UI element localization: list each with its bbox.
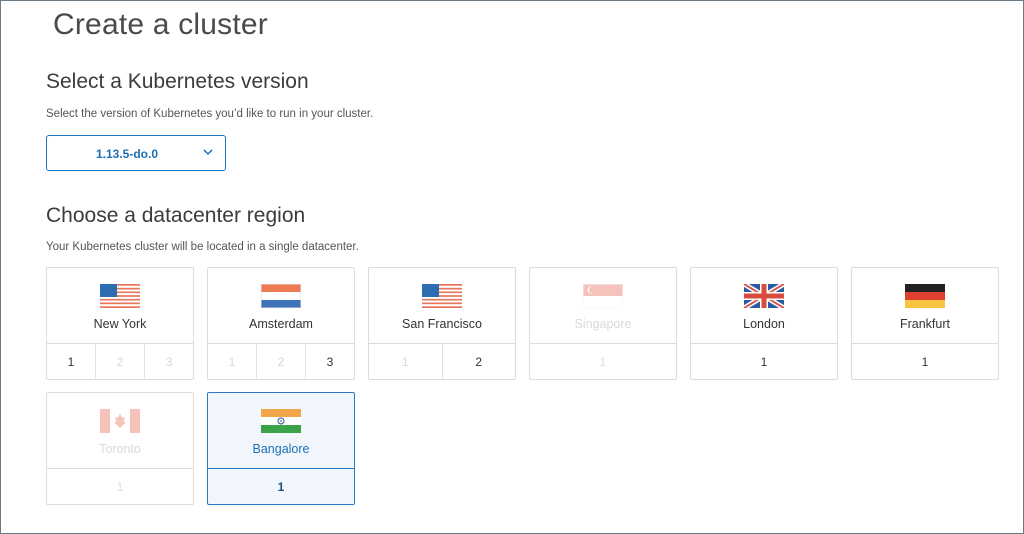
datacenter-option[interactable]: 3 <box>305 344 354 379</box>
canada-flag-icon <box>100 409 140 433</box>
page-title: Create a cluster <box>53 8 268 41</box>
datacenter-option[interactable]: 1 <box>208 469 354 504</box>
region-name: Toronto <box>99 442 141 456</box>
region-card-singapore: Singapore 1 <box>529 267 677 380</box>
datacenter-option: 2 <box>256 344 305 379</box>
region-name: Singapore <box>574 317 632 331</box>
datacenter-option: 1 <box>401 354 409 369</box>
germany-flag-icon <box>905 284 945 308</box>
datacenter-option[interactable]: 1 <box>852 344 998 379</box>
region-card-bangalore[interactable]: Bangalore 1 <box>207 392 355 505</box>
region-card-new-york[interactable]: New York 1 2 3 <box>46 267 194 380</box>
kubernetes-version-select[interactable]: 1.13.5-do.0 <box>46 135 226 171</box>
region-card-toronto: Toronto 1 <box>46 392 194 505</box>
datacenter-options: 1 <box>208 468 354 504</box>
india-flag-icon <box>261 409 301 433</box>
netherlands-flag-icon <box>261 284 301 308</box>
version-heading: Select a Kubernetes version <box>46 70 309 93</box>
datacenter-options: 1 <box>691 343 837 379</box>
datacenter-options: 1 <box>852 343 998 379</box>
chevron-down-icon <box>203 149 213 156</box>
region-description: Your Kubernetes cluster will be located … <box>46 241 359 253</box>
datacenter-option[interactable]: 1 <box>47 344 95 379</box>
region-card-frankfurt[interactable]: Frankfurt 1 <box>851 267 999 380</box>
region-name: London <box>743 317 785 331</box>
datacenter-option: 1 <box>228 354 236 369</box>
region-heading: Choose a datacenter region <box>46 204 306 227</box>
region-card-london[interactable]: London 1 <box>690 267 838 380</box>
datacenter-option: 2 <box>95 344 144 379</box>
region-name: San Francisco <box>402 317 482 331</box>
datacenter-options: 1 <box>530 343 676 379</box>
version-description: Select the version of Kubernetes you’d l… <box>46 108 374 120</box>
region-card-san-francisco[interactable]: San Francisco 1 2 <box>368 267 516 380</box>
region-name: Frankfurt <box>899 317 950 331</box>
uk-flag-icon <box>742 281 786 311</box>
us-flag-icon <box>100 284 140 308</box>
datacenter-options: 123 <box>47 343 193 379</box>
singapore-flag-icon <box>583 284 623 308</box>
datacenter-option: 1 <box>599 354 607 369</box>
region-card-amsterdam[interactable]: Amsterdam 1 2 3 <box>207 267 355 380</box>
datacenter-options: 12 <box>369 343 515 379</box>
region-name: New York <box>93 317 147 331</box>
datacenter-option: 1 <box>116 479 124 494</box>
region-name: Amsterdam <box>249 317 313 331</box>
datacenter-options: 1 23 <box>208 343 354 379</box>
us-flag-icon <box>422 284 462 308</box>
selected-version: 1.13.5-do.0 <box>95 147 159 161</box>
datacenter-option[interactable]: 1 <box>691 344 837 379</box>
datacenter-options: 1 <box>47 468 193 504</box>
region-name: Bangalore <box>252 442 310 456</box>
datacenter-option[interactable]: 2 <box>441 344 516 379</box>
datacenter-option: 3 <box>144 344 193 379</box>
